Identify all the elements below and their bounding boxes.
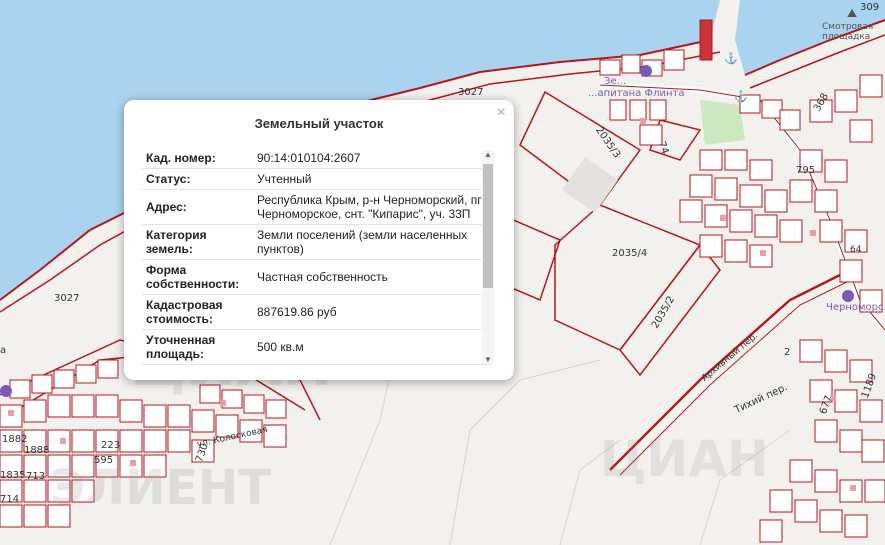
parcel-number: 1882 [2,434,28,445]
poi-icon[interactable] [640,65,652,77]
park-area [700,100,745,145]
info-table: Кад. номер: 90:14:010104:2607 Статус: Учтен… [142,148,492,365]
poi-icon[interactable] [0,385,12,397]
info-value: Учтенный [253,168,492,190]
parcel-cluster-east [759,339,885,543]
parcel-number: 795 [796,165,816,176]
info-row: Кад. номер: 90:14:010104:2607 [142,148,492,169]
parcel-number: 309 [860,2,880,13]
info-key: Уточненная площадь: [142,329,253,365]
info-value: Частная собственность [253,259,492,295]
plot-label: 3027 [54,293,80,304]
watermark: ЭЛИЕНТ [50,460,271,516]
parcel-number: 64 [850,245,862,255]
info-row: Статус: Учтенный [142,168,492,190]
parcel-number: 223 [101,440,121,451]
parcel-info-popup: Земельный участок × Кад. номер: 90:14:010… [124,100,514,380]
popup-scrollbar[interactable]: ▲ ▼ [482,150,494,364]
parcel-number: 713 [26,471,46,482]
parcel-number: 1888 [24,445,50,456]
parcel-number: 2 [784,347,791,358]
info-row: Форма собственности: Частная собственност… [142,259,492,295]
anchor-icon[interactable]: ⚓ [724,52,738,65]
scroll-thumb[interactable] [483,164,493,288]
anchor-icon[interactable]: ⚓ [734,90,748,103]
info-key: Категория земель: [142,224,253,260]
info-key: Адрес: [142,189,253,225]
poi-icon[interactable] [842,290,854,302]
close-icon[interactable]: × [497,104,506,122]
info-value: 90:14:010104:2607 [253,148,492,169]
info-row: Уточненная площадь: 500 кв.м [142,329,492,365]
info-key: Кад. номер: [142,148,253,169]
parcel-number: 1835 [0,470,26,481]
scroll-down-icon[interactable]: ▼ [484,355,492,364]
poi-label[interactable]: Смотровая площадка [822,22,884,42]
info-table-container[interactable]: Кад. номер: 90:14:010104:2607 Статус: Учтен… [142,148,492,366]
parcel-number: 714 [0,494,20,505]
info-row: Категория земель: Земли поселений (земли … [142,224,492,260]
poi-label[interactable]: Черноморс... [826,302,885,313]
info-key: Статус: [142,168,253,190]
viewpoint-icon[interactable]: ⛰ [847,6,857,21]
info-value: 887619.86 руб [253,294,492,330]
scroll-up-icon[interactable]: ▲ [484,150,492,159]
info-value: Земли поселений (земли населенных пункто… [253,224,492,260]
info-key: Кадастровая стоимость: [142,294,253,330]
poi-label: а [0,345,7,356]
popup-title: Земельный участок [254,116,384,131]
info-row: Адрес: Республика Крым, р-н Черноморский,… [142,189,492,225]
poi-label[interactable]: Зе... [604,76,626,87]
watermark: ЦИАН [600,430,769,488]
info-key: Форма собственности: [142,259,253,295]
plot-label: 3027 [458,87,484,98]
info-value: 500 кв.м [253,329,492,365]
poi-label[interactable]: ...апитана Флинта [588,88,685,99]
parcel-cluster-north [599,19,883,313]
info-value: Республика Крым, р-н Черноморский, пгт Ч… [253,189,492,225]
plot-label: 2035/4 [612,248,648,259]
info-row: Кадастровая стоимость: 887619.86 руб [142,294,492,330]
